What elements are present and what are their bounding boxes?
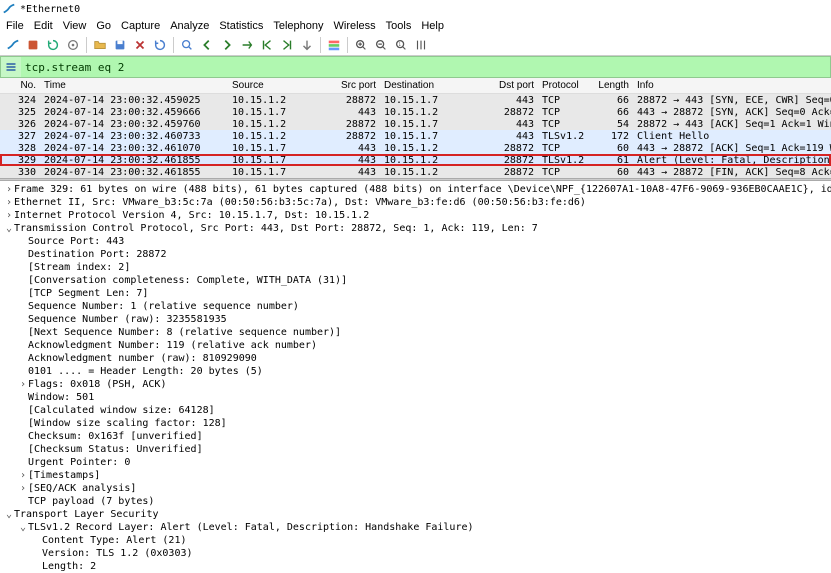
tree-field[interactable]: [Calculated window size: 64128]: [4, 404, 827, 417]
column-header-src-port[interactable]: Src port: [328, 80, 380, 91]
packet-row[interactable]: 3302024-07-14 23:00:32.46185510.15.1.744…: [0, 166, 831, 178]
toolbar-separator: [347, 37, 348, 53]
go-forward-icon[interactable]: [218, 36, 236, 54]
go-first-icon[interactable]: [258, 36, 276, 54]
capture-options-icon[interactable]: [64, 36, 82, 54]
toolbar-separator: [320, 37, 321, 53]
tree-field[interactable]: [Conversation completeness: Complete, WI…: [4, 274, 827, 287]
column-header-source[interactable]: Source: [228, 80, 328, 91]
packet-details-pane[interactable]: ›Frame 329: 61 bytes on wire (488 bits),…: [0, 181, 831, 573]
display-filter-bar: [0, 56, 831, 78]
column-header-protocol[interactable]: Protocol: [538, 80, 588, 91]
find-packet-icon[interactable]: [178, 36, 196, 54]
menu-bar: File Edit View Go Capture Analyze Statistics Te…: [0, 18, 831, 34]
tree-field[interactable]: Source Port: 443: [4, 235, 827, 248]
packet-row[interactable]: 3292024-07-14 23:00:32.46185510.15.1.744…: [0, 154, 831, 166]
menu-item-go[interactable]: Go: [96, 20, 111, 32]
packet-row[interactable]: 3272024-07-14 23:00:32.46073310.15.1.228…: [0, 130, 831, 142]
tree-tcp-seqack[interactable]: ›[SEQ/ACK analysis]: [4, 482, 827, 495]
close-file-icon[interactable]: [131, 36, 149, 54]
menu-item-view[interactable]: View: [63, 20, 87, 32]
tree-field[interactable]: Length: 2: [4, 560, 827, 573]
menu-item-analyze[interactable]: Analyze: [170, 20, 209, 32]
tree-tls-record[interactable]: ⌄TLSv1.2 Record Layer: Alert (Level: Fat…: [4, 521, 827, 534]
packet-list-header[interactable]: No.TimeSourceSrc portDestinationDst port…: [0, 78, 831, 94]
packet-row[interactable]: 3242024-07-14 23:00:32.45902510.15.1.228…: [0, 94, 831, 106]
tree-tls[interactable]: ⌄Transport Layer Security: [4, 508, 827, 521]
tree-field[interactable]: Destination Port: 28872: [4, 248, 827, 261]
tree-tcp-timestamps[interactable]: ›[Timestamps]: [4, 469, 827, 482]
menu-item-tools[interactable]: Tools: [386, 20, 412, 32]
column-header-length[interactable]: Length: [588, 80, 633, 91]
packet-row[interactable]: 3262024-07-14 23:00:32.45976010.15.1.228…: [0, 118, 831, 130]
zoom-out-icon[interactable]: [372, 36, 390, 54]
tree-field[interactable]: Checksum: 0x163f [unverified]: [4, 430, 827, 443]
menu-item-capture[interactable]: Capture: [121, 20, 160, 32]
tree-frame[interactable]: ›Frame 329: 61 bytes on wire (488 bits),…: [4, 183, 827, 196]
packet-row[interactable]: 3282024-07-14 23:00:32.46107010.15.1.744…: [0, 142, 831, 154]
zoom-in-icon[interactable]: [352, 36, 370, 54]
packet-row[interactable]: 3252024-07-14 23:00:32.45966610.15.1.744…: [0, 106, 831, 118]
toolbar-separator: [173, 37, 174, 53]
menu-item-help[interactable]: Help: [421, 20, 444, 32]
reload-file-icon[interactable]: [151, 36, 169, 54]
menu-item-edit[interactable]: Edit: [34, 20, 53, 32]
menu-item-statistics[interactable]: Statistics: [219, 20, 263, 32]
tree-field[interactable]: [Window size scaling factor: 128]: [4, 417, 827, 430]
tree-field[interactable]: [Checksum Status: Unverified]: [4, 443, 827, 456]
tree-field[interactable]: [TCP Segment Len: 7]: [4, 287, 827, 300]
go-last-icon[interactable]: [278, 36, 296, 54]
go-to-packet-icon[interactable]: [238, 36, 256, 54]
tree-field[interactable]: [Next Sequence Number: 8 (relative seque…: [4, 326, 827, 339]
column-header-info[interactable]: Info: [633, 80, 831, 91]
tree-field[interactable]: Sequence Number: 1 (relative sequence nu…: [4, 300, 827, 313]
main-toolbar: 1: [0, 34, 831, 56]
app-icon: [2, 2, 16, 16]
restart-capture-icon[interactable]: [44, 36, 62, 54]
start-capture-icon[interactable]: [4, 36, 22, 54]
menu-item-wireless[interactable]: Wireless: [334, 20, 376, 32]
tree-field[interactable]: [Stream index: 2]: [4, 261, 827, 274]
column-header-dst-port[interactable]: Dst port: [480, 80, 538, 91]
tree-field[interactable]: 0101 .... = Header Length: 20 bytes (5): [4, 365, 827, 378]
tree-field[interactable]: Sequence Number (raw): 3235581935: [4, 313, 827, 326]
resize-columns-icon[interactable]: [412, 36, 430, 54]
tree-field[interactable]: Content Type: Alert (21): [4, 534, 827, 547]
menu-item-telephony[interactable]: Telephony: [273, 20, 323, 32]
toolbar-separator: [86, 37, 87, 53]
menu-item-file[interactable]: File: [6, 20, 24, 32]
title-bar: *Ethernet0: [0, 0, 831, 18]
tree-tcp[interactable]: ⌄Transmission Control Protocol, Src Port…: [4, 222, 827, 235]
display-filter-input[interactable]: [21, 57, 830, 77]
tree-field[interactable]: Acknowledgment Number: 119 (relative ack…: [4, 339, 827, 352]
stop-capture-icon[interactable]: [24, 36, 42, 54]
tree-ip[interactable]: ›Internet Protocol Version 4, Src: 10.15…: [4, 209, 827, 222]
column-header-no-[interactable]: No.: [0, 80, 40, 91]
zoom-reset-icon[interactable]: 1: [392, 36, 410, 54]
column-header-destination[interactable]: Destination: [380, 80, 480, 91]
svg-text:1: 1: [398, 41, 401, 47]
open-file-icon[interactable]: [91, 36, 109, 54]
packet-list-pane: No.TimeSourceSrc portDestinationDst port…: [0, 78, 831, 178]
column-header-time[interactable]: Time: [40, 80, 228, 91]
filter-bookmark-icon[interactable]: [1, 57, 21, 77]
tree-field[interactable]: Window: 501: [4, 391, 827, 404]
tree-tcp-flags[interactable]: ›Flags: 0x018 (PSH, ACK): [4, 378, 827, 391]
tree-ethernet[interactable]: ›Ethernet II, Src: VMware_b3:5c:7a (00:5…: [4, 196, 827, 209]
tree-field[interactable]: Version: TLS 1.2 (0x0303): [4, 547, 827, 560]
save-file-icon[interactable]: [111, 36, 129, 54]
auto-scroll-icon[interactable]: [298, 36, 316, 54]
colorize-icon[interactable]: [325, 36, 343, 54]
tree-field[interactable]: Acknowledgment number (raw): 810929090: [4, 352, 827, 365]
tree-field[interactable]: Urgent Pointer: 0: [4, 456, 827, 469]
tree-tcp-payload[interactable]: TCP payload (7 bytes): [4, 495, 827, 508]
window-title: *Ethernet0: [20, 4, 80, 15]
go-back-icon[interactable]: [198, 36, 216, 54]
